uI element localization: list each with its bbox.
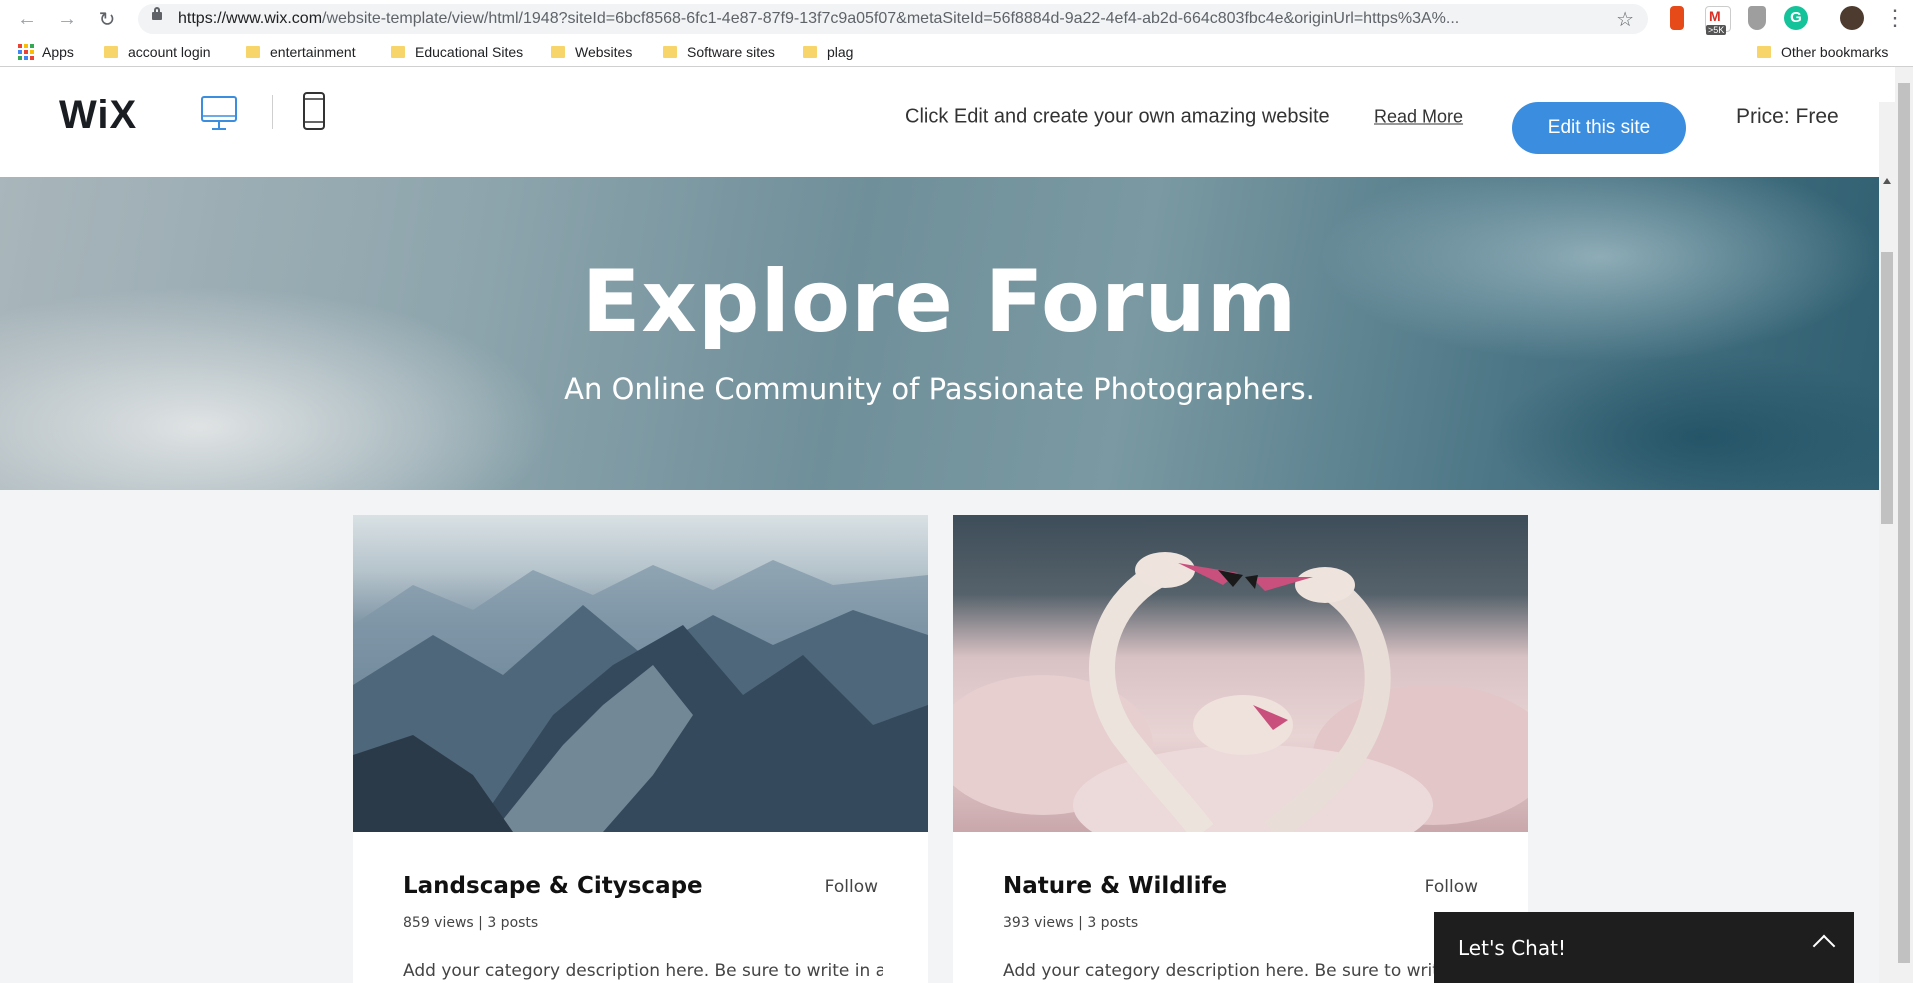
category-description: Add your category description here. Be s… <box>1003 961 1471 981</box>
folder-icon <box>246 46 260 58</box>
edit-site-button[interactable]: Edit this site <box>1512 102 1686 154</box>
wix-preview-header: WiX Click Edit and create your own amazi… <box>0 67 1895 178</box>
chat-widget[interactable]: Let's Chat! <box>1434 912 1854 983</box>
hero-title: Explore Forum <box>581 252 1298 352</box>
flamingo-image[interactable] <box>953 515 1528 832</box>
folder-icon <box>1757 46 1771 58</box>
mountain-image[interactable] <box>353 515 928 832</box>
apps-grid-icon <box>18 44 34 60</box>
category-card-landscape[interactable]: Landscape & Cityscape Follow 859 views |… <box>353 515 928 983</box>
bookmarks-bar: Apps account login entertainment Educati… <box>0 37 1913 67</box>
hero-subtitle: An Online Community of Passionate Photog… <box>564 372 1315 406</box>
folder-icon <box>104 46 118 58</box>
category-stats: 393 views | 3 posts <box>1003 915 1139 931</box>
bookmark-software-sites[interactable]: Software sites <box>663 44 775 60</box>
wix-tagline: Click Edit and create your own amazing w… <box>905 105 1330 128</box>
mobile-view-icon[interactable] <box>302 91 326 131</box>
back-icon[interactable]: ← <box>14 6 40 32</box>
read-more-link[interactable]: Read More <box>1374 107 1463 128</box>
chat-label: Let's Chat! <box>1458 936 1566 960</box>
follow-button[interactable]: Follow <box>1425 877 1478 897</box>
forward-icon[interactable]: → <box>54 6 80 32</box>
hero-banner: Explore Forum An Online Community of Pas… <box>0 177 1879 490</box>
bookmark-entertainment[interactable]: entertainment <box>246 44 356 60</box>
bookmark-educational-sites[interactable]: Educational Sites <box>391 44 523 60</box>
category-description: Add your category description here. Be s… <box>403 961 883 981</box>
folder-icon <box>803 46 817 58</box>
url-text: https://www.wix.com/website-template/vie… <box>178 10 1460 27</box>
category-stats: 859 views | 3 posts <box>403 915 539 931</box>
chevron-up-icon[interactable] <box>1812 934 1836 958</box>
wix-logo[interactable]: WiX <box>59 93 137 138</box>
bookmark-account-login[interactable]: account login <box>104 44 211 60</box>
reload-icon[interactable]: ↻ <box>94 6 120 32</box>
bookmark-apps[interactable]: Apps <box>18 44 74 60</box>
gmail-badge: >5K <box>1706 25 1727 35</box>
address-bar[interactable]: https://www.wix.com/website-template/vie… <box>138 4 1648 34</box>
price-label: Price: Free <box>1736 105 1839 128</box>
desktop-view-icon[interactable] <box>200 93 238 135</box>
view-divider <box>272 95 273 129</box>
scroll-up-icon[interactable] <box>1883 178 1891 184</box>
browser-toolbar: ← → ↻ https://www.wix.com/website-templa… <box>0 0 1913 37</box>
profile-avatar[interactable] <box>1840 6 1864 30</box>
bookmark-other[interactable]: Other bookmarks <box>1757 44 1888 60</box>
grammarly-extension-icon[interactable]: G <box>1784 6 1808 30</box>
lock-icon <box>152 7 162 20</box>
folder-icon <box>391 46 405 58</box>
folder-icon <box>663 46 677 58</box>
follow-button[interactable]: Follow <box>825 877 878 897</box>
category-title[interactable]: Nature & Wildlife <box>1003 873 1227 899</box>
bookmark-plag[interactable]: plag <box>803 44 853 60</box>
bookmark-websites[interactable]: Websites <box>551 44 632 60</box>
gmail-extension-icon[interactable]: M >5K <box>1705 6 1731 35</box>
office-extension-icon[interactable] <box>1670 6 1684 30</box>
bookmark-star-icon[interactable]: ☆ <box>1616 7 1634 32</box>
chrome-menu-icon[interactable]: ⋮ <box>1884 6 1906 30</box>
page-scroll-thumb[interactable] <box>1898 83 1910 963</box>
page-scrollbar[interactable] <box>1895 67 1913 983</box>
site-scrollbar[interactable] <box>1879 102 1895 983</box>
site-scroll-thumb[interactable] <box>1881 252 1893 524</box>
folder-icon <box>551 46 565 58</box>
category-title[interactable]: Landscape & Cityscape <box>403 873 703 899</box>
shield-extension-icon[interactable] <box>1748 6 1766 30</box>
